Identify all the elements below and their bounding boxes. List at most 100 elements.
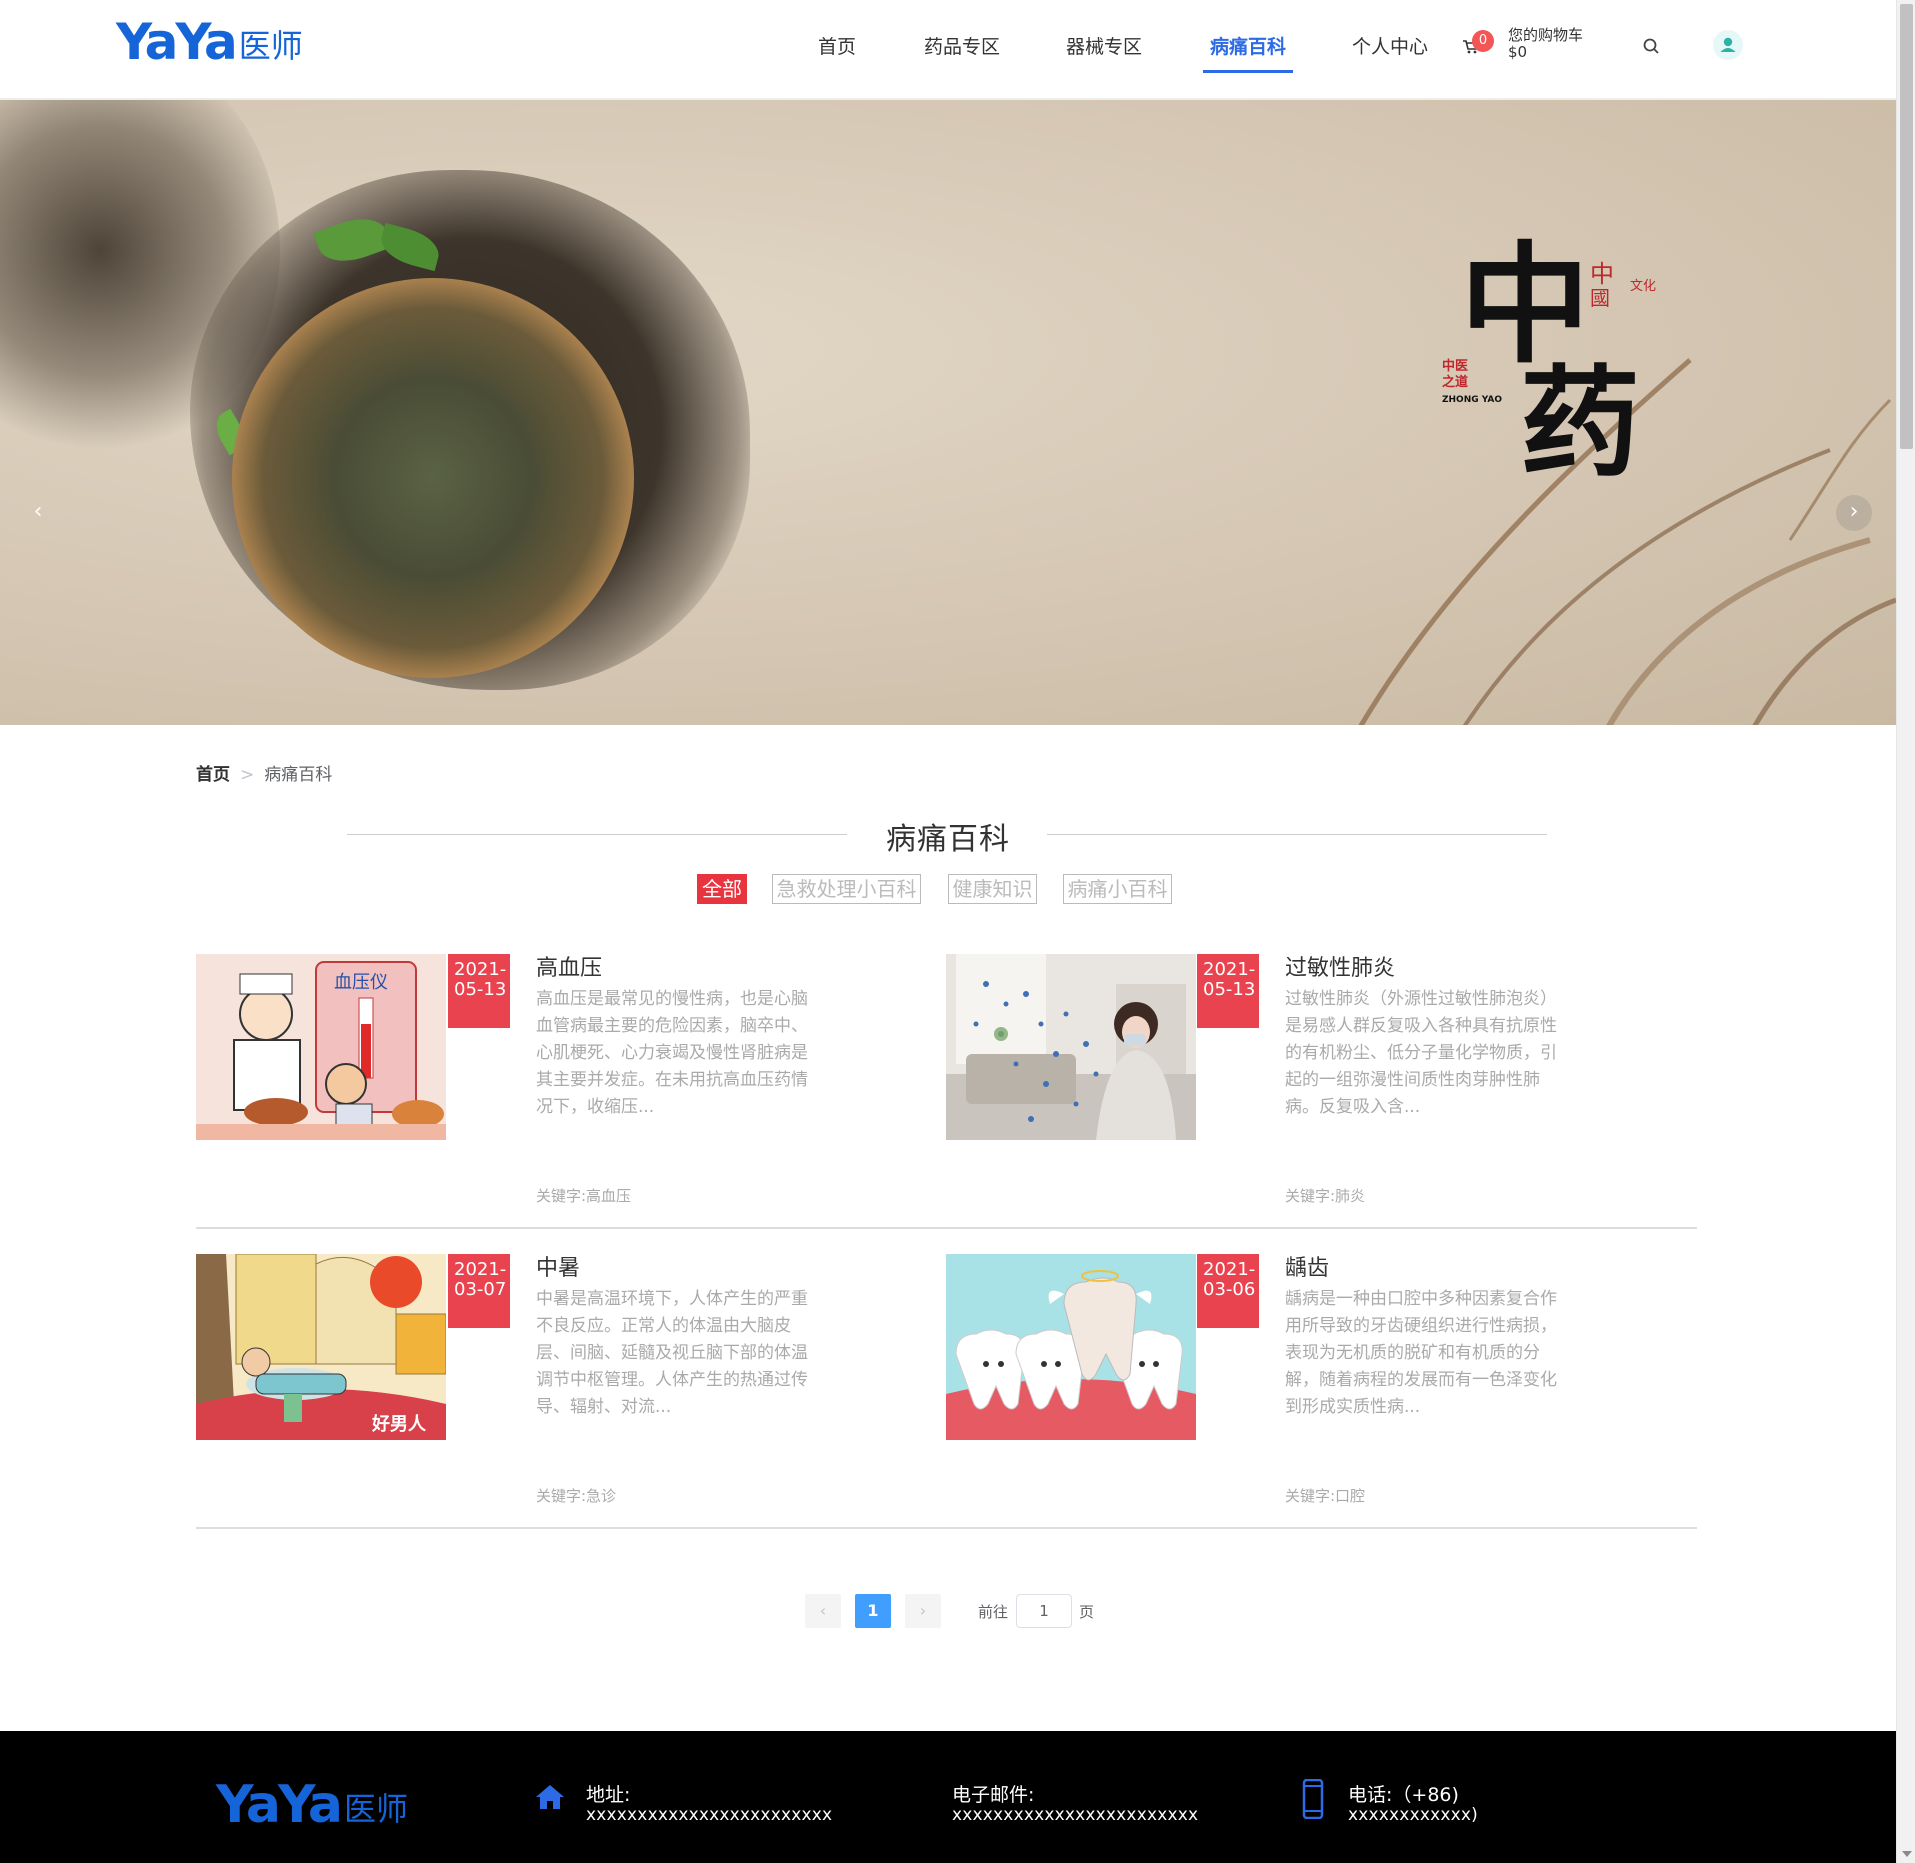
row-divider [196,1527,1697,1529]
logo-cn: 医师 [238,27,303,65]
svg-text:中: 中 [1590,260,1614,288]
footer-email-label: 电子邮件: [952,1784,1035,1806]
nav-item-devices[interactable]: 器械专区 [1066,32,1142,59]
breadcrumb: 首页 > 病痛百科 [196,760,332,785]
title-rule-right [1047,834,1547,835]
footer-address-label: 地址: [586,1784,631,1806]
article-keyword: 关键字:急诊 [536,1487,617,1505]
carousel-next-button[interactable]: › [1836,495,1872,531]
breadcrumb-current: 病痛百科 [264,765,333,785]
cart-label: 您的购物车 [1508,26,1584,44]
row-divider [196,1227,1697,1229]
date-line-1: 2021- [1203,1259,1256,1280]
pagination-page-1[interactable]: 1 [855,1594,891,1628]
footer-phone-label: 电话:（+86) [1348,1784,1459,1806]
date-line-2: 05-13 [1203,979,1256,1000]
pagination-page-suffix: 页 [1079,1603,1095,1621]
site-footer: YaYa 医师 地址: xxxxxxxxxxxxxxxxxxxxxxxx 电子邮… [0,1731,1896,1863]
cart-summary: 您的购物车 $0 [1508,27,1583,61]
svg-text:中医: 中医 [1442,358,1468,374]
date-line-1: 2021- [454,1259,507,1280]
title-rule-left [347,834,847,835]
breadcrumb-separator: > [240,765,255,785]
hero-carousel[interactable]: 中 药 中医 之道 ZHONG YAO 中 國 文化 ‹ › [0,100,1896,725]
footer-phone: 电话:（+86) xxxxxxxxxxxx) [1348,1785,1478,1825]
search-icon[interactable] [1642,37,1660,55]
pagination-prev-button[interactable]: ‹ [805,1594,841,1628]
article-excerpt: 中暑是高温环境下，人体产生的严重不良反应。正常人的体温由大脑皮层、间脑、延髓及视… [536,1289,808,1417]
nav-item-home[interactable]: 首页 [818,32,856,59]
pagination-next-button[interactable]: › [905,1594,941,1628]
section-title: 病痛百科 [886,822,1010,857]
article-title[interactable]: 过敏性肺炎 [1285,950,1395,982]
date-badge: 2021- 03-07 [448,1254,510,1328]
article-excerpt: 过敏性肺炎（外源性过敏性肺泡炎）是易感人群反复吸入各种具有抗原性的有机粉尘、低分… [1285,989,1557,1117]
carousel-prev-button[interactable]: ‹ [20,495,56,531]
nav-item-personal-center[interactable]: 个人中心 [1352,32,1428,59]
pagination-goto-label: 前往 [978,1603,1009,1621]
allergy-photo [946,954,1196,1140]
footer-address-value: xxxxxxxxxxxxxxxxxxxxxxxx [586,1805,833,1825]
article-keyword: 关键字:口腔 [1285,1487,1366,1505]
svg-text:ZHONG YAO: ZHONG YAO [1442,395,1502,405]
date-line-2: 03-06 [1203,1279,1256,1300]
date-badge: 2021- 05-13 [448,954,510,1028]
home-icon [536,1785,564,1809]
logo-latin: YaYa [116,13,238,71]
herb-bowl-image [232,278,634,678]
footer-email: 电子邮件: xxxxxxxxxxxxxxxxxxxxxxxx [952,1785,1198,1825]
article-title[interactable]: 龋齿 [1285,1250,1329,1282]
cart-count-badge: 0 [1472,30,1494,52]
date-badge: 2021- 05-13 [1197,954,1259,1028]
nav-item-disease-wiki[interactable]: 病痛百科 [1210,32,1286,59]
svg-text:药: 药 [1520,353,1640,480]
scroll-down-arrow-icon[interactable] [1902,1851,1912,1857]
article-image-hypertension[interactable]: 血压仪 [196,954,446,1140]
article-excerpt: 龋病是一种由口腔中多种因素复合作用所导致的牙齿硬组织进行性病损，表现为无机质的脱… [1285,1289,1557,1417]
filter-tag-first-aid[interactable]: 急救处理小百科 [772,874,921,904]
heatstroke-illustration: 好男人 [196,1254,446,1440]
hypertension-illustration: 血压仪 [196,954,446,1140]
filter-tag-disease-wiki[interactable]: 病痛小百科 [1063,874,1172,904]
user-icon[interactable] [1713,30,1743,60]
site-logo[interactable]: YaYa 医师 [116,14,303,70]
footer-email-value: xxxxxxxxxxxxxxxxxxxxxxxx [952,1805,1199,1825]
svg-text:文化: 文化 [1630,279,1656,294]
svg-text:之道: 之道 [1442,374,1468,390]
pagination-page-input[interactable]: 1 [1016,1594,1072,1628]
date-line-2: 03-07 [454,1279,507,1300]
page: YaYa 医师 首页 药品专区 器械专区 病痛百科 个人中心 0 您的购物车 $… [0,0,1915,1863]
article-title[interactable]: 高血压 [536,950,602,982]
date-badge: 2021- 03-06 [1197,1254,1259,1328]
date-line-2: 05-13 [454,979,507,1000]
phone-icon [1302,1779,1324,1819]
teeth-illustration [946,1254,1196,1440]
breadcrumb-home[interactable]: 首页 [196,765,230,785]
filter-tag-health-knowledge[interactable]: 健康知识 [948,874,1037,904]
svg-text:國: 國 [1590,286,1610,310]
vertical-scrollbar[interactable] [1896,0,1915,1863]
footer-logo[interactable]: YaYa 医师 [216,1777,408,1833]
illustration-label: 血压仪 [334,972,388,993]
cart-amount: $0 [1508,43,1528,61]
filter-tag-all[interactable]: 全部 [697,874,747,904]
article-image-allergic-pneumonia[interactable] [946,954,1196,1140]
calligraphy-logo-image: 中 药 中医 之道 ZHONG YAO 中 國 文化 [1442,228,1656,480]
date-line-1: 2021- [454,959,507,980]
scrollbar-thumb[interactable] [1900,4,1913,449]
article-excerpt: 高血压是最常见的慢性病，也是心脑血管病最主要的危险因素，脑卒中、心肌梗死、心力衰… [536,989,808,1117]
nav-item-medicine[interactable]: 药品专区 [924,32,1000,59]
top-header: YaYa 医师 首页 药品专区 器械专区 病痛百科 个人中心 0 您的购物车 $… [0,0,1896,100]
footer-logo-latin: YaYa [216,1775,343,1835]
footer-logo-cn: 医师 [343,1790,408,1828]
article-keyword: 关键字:肺炎 [1285,1187,1366,1205]
user-avatar-glyph [1720,37,1736,52]
date-line-1: 2021- [1203,959,1256,980]
article-title[interactable]: 中暑 [536,1250,580,1282]
footer-address: 地址: xxxxxxxxxxxxxxxxxxxxxxxx [586,1785,832,1825]
article-image-dental-caries[interactable] [946,1254,1196,1440]
nav-active-underline [1203,70,1293,73]
illustration-watermark: 好男人 [371,1413,427,1435]
article-image-heatstroke[interactable]: 好男人 [196,1254,446,1440]
article-keyword: 关键字:高血压 [536,1187,632,1205]
